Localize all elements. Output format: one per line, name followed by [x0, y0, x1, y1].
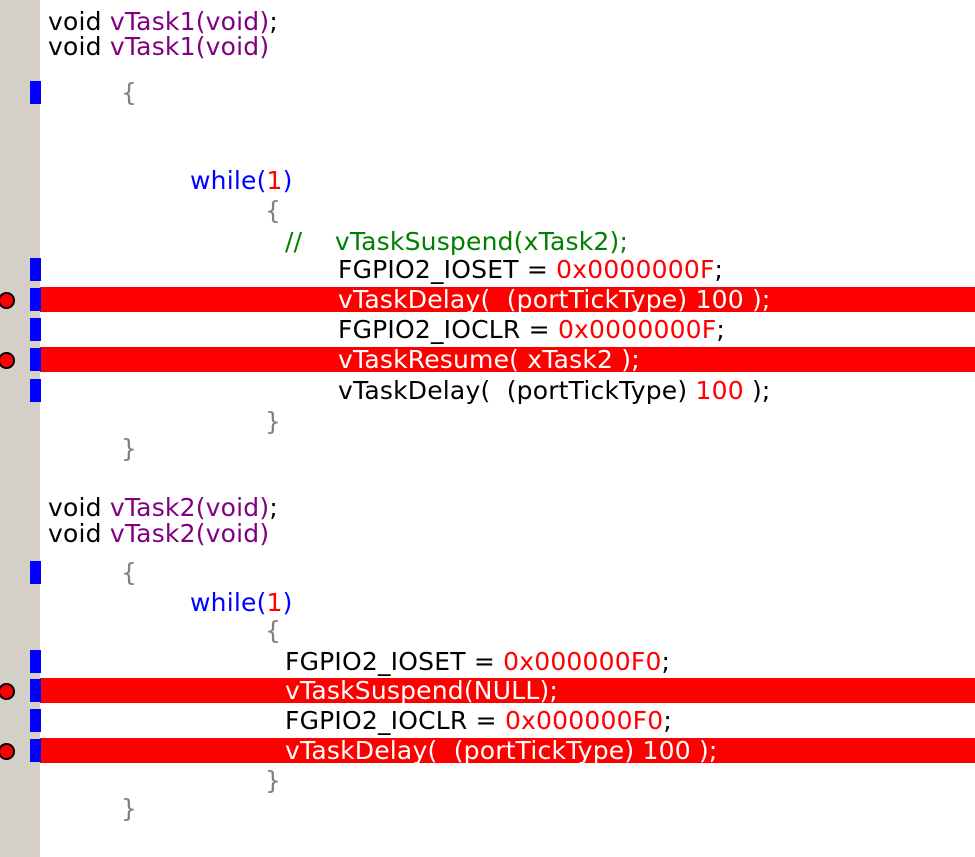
code-text: vTaskResume( xTask2 ); — [338, 345, 640, 374]
code-line-breakpoint[interactable]: vTaskResume( xTask2 ); — [0, 344, 975, 375]
breakpoint-icon[interactable] — [0, 292, 15, 309]
code-line-breakpoint[interactable]: vTaskSuspend(NULL); — [0, 675, 975, 706]
code-line[interactable]: } — [0, 765, 975, 796]
code-line[interactable]: { — [0, 615, 975, 646]
code-text: while(1) — [190, 588, 293, 617]
code-line-breakpoint[interactable]: vTaskDelay( (portTickType) 100 ); — [0, 284, 975, 315]
code-text: { — [121, 558, 138, 587]
code-text: } — [265, 766, 282, 795]
exec-marker-icon[interactable] — [30, 679, 41, 702]
code-text: } — [121, 434, 138, 463]
code-line[interactable]: while(1) — [0, 587, 975, 618]
code-line[interactable]: { — [0, 195, 975, 226]
exec-marker-icon[interactable] — [30, 288, 41, 311]
breakpoint-icon[interactable] — [0, 683, 15, 700]
code-line[interactable]: while(1) — [0, 165, 975, 196]
code-text: { — [121, 78, 138, 107]
code-line[interactable]: } — [0, 433, 975, 464]
exec-marker-icon[interactable] — [30, 650, 41, 673]
exec-marker-icon[interactable] — [30, 709, 41, 732]
code-text: FGPIO2_IOSET = 0x0000000F; — [338, 255, 724, 284]
code-comment: // vTaskSuspend(xTask2); — [285, 227, 629, 256]
code-line[interactable]: FGPIO2_IOSET = 0x0000000F; — [0, 254, 975, 285]
code-text: vTaskDelay( (portTickType) 100 ); — [338, 285, 771, 314]
code-line[interactable]: vTaskDelay( (portTickType) 100 ); — [0, 375, 975, 406]
code-text: FGPIO2_IOCLR = 0x000000F0; — [285, 706, 672, 735]
code-line[interactable]: } — [0, 793, 975, 824]
exec-marker-icon[interactable] — [30, 561, 41, 584]
code-line[interactable]: void vTask2(void) — [0, 518, 975, 549]
code-text: } — [121, 794, 138, 823]
code-text: FGPIO2_IOSET = 0x000000F0; — [285, 647, 671, 676]
exec-marker-icon[interactable] — [30, 348, 41, 371]
code-line[interactable]: void vTask1(void) — [0, 31, 975, 62]
code-text: { — [265, 616, 282, 645]
code-line[interactable]: FGPIO2_IOCLR = 0x000000F0; — [0, 705, 975, 736]
code-line[interactable]: { — [0, 557, 975, 588]
code-text: { — [265, 196, 282, 225]
code-text: vTaskSuspend(NULL); — [285, 676, 559, 705]
code-text: void vTask1(void) — [48, 32, 270, 61]
exec-marker-icon[interactable] — [30, 379, 41, 402]
code-text: vTaskDelay( (portTickType) 100 ); — [338, 376, 771, 405]
breakpoint-icon[interactable] — [0, 352, 15, 369]
code-line-breakpoint[interactable]: vTaskDelay( (portTickType) 100 ); — [0, 735, 975, 766]
code-line[interactable]: { — [0, 77, 975, 108]
code-line[interactable]: // vTaskSuspend(xTask2); — [0, 226, 975, 257]
code-editor[interactable]: void vTask1(void); void vTask1(void) { w… — [0, 0, 975, 857]
exec-marker-icon[interactable] — [30, 81, 41, 104]
code-text: FGPIO2_IOCLR = 0x0000000F; — [338, 315, 725, 344]
exec-marker-icon[interactable] — [30, 318, 41, 341]
code-line[interactable]: FGPIO2_IOCLR = 0x0000000F; — [0, 314, 975, 345]
code-text: while(1) — [190, 166, 293, 195]
code-text: void vTask2(void) — [48, 519, 270, 548]
code-text: vTaskDelay( (portTickType) 100 ); — [285, 736, 718, 765]
breakpoint-icon[interactable] — [0, 743, 15, 760]
code-line[interactable]: FGPIO2_IOSET = 0x000000F0; — [0, 646, 975, 677]
exec-marker-icon[interactable] — [30, 739, 41, 762]
exec-marker-icon[interactable] — [30, 258, 41, 281]
